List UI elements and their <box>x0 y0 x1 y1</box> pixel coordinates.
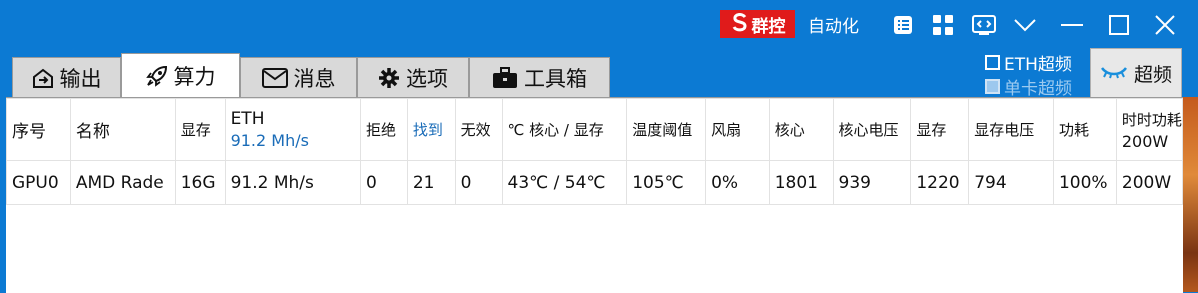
minimize-icon[interactable] <box>1057 10 1087 40</box>
code-icon[interactable] <box>969 10 999 40</box>
tab-label: 选项 <box>406 66 448 91</box>
col-index[interactable]: 序号 <box>6 98 71 161</box>
single-card-overclock-checkbox: 单卡超频 <box>985 74 1072 99</box>
cell-eth: 91.2 Mh/s <box>224 160 361 205</box>
toolbox-icon <box>492 66 518 89</box>
cell-name: AMD Rade <box>69 160 176 205</box>
col-realtime-power[interactable]: 时时功耗 200W <box>1115 98 1184 161</box>
realtime-power-total: 200W <box>1121 131 1169 151</box>
cell-mem-clock: 1220 <box>910 160 970 205</box>
eth-label: ETH <box>230 109 265 129</box>
gpu-table: 序号 名称 显存 ETH 91.2 Mh/s 拒绝 找到 无效 ℃ 核心 / 显… <box>6 98 1184 205</box>
col-mem-clock[interactable]: 显存 <box>910 98 970 161</box>
rocket-icon <box>145 65 168 87</box>
cell-core: 1801 <box>768 160 834 205</box>
cell-found: 21 <box>406 160 456 205</box>
cell-invalid: 0 <box>454 160 503 205</box>
table-header-row: 序号 名称 显存 ETH 91.2 Mh/s 拒绝 找到 无效 ℃ 核心 / 显… <box>6 98 1184 161</box>
cell-power: 100% <box>1052 160 1117 205</box>
chevron-down-icon[interactable] <box>1010 10 1040 40</box>
tab-options[interactable]: 选项 <box>357 57 469 97</box>
single-card-overclock-label: 单卡超频 <box>1004 79 1072 99</box>
close-icon[interactable] <box>1150 10 1180 40</box>
eth-overclock-label: ETH超频 <box>1004 55 1072 75</box>
tab-label: 算力 <box>173 65 216 89</box>
background-edge <box>1183 97 1198 292</box>
mail-icon <box>261 67 288 88</box>
output-icon <box>32 67 54 89</box>
col-mem[interactable]: 显存 <box>174 98 226 161</box>
tab-label: 工具箱 <box>524 66 587 91</box>
tab-messages[interactable]: 消息 <box>240 57 357 97</box>
cell-core-voltage: 939 <box>832 160 912 205</box>
cell-temp-limit: 105℃ <box>626 160 707 205</box>
col-power[interactable]: 功耗 <box>1052 98 1117 161</box>
overclock-button-label: 超频 <box>1133 63 1172 86</box>
gear-icon <box>378 67 400 89</box>
cell-temp: 43℃ / 54℃ <box>501 160 628 205</box>
checkbox-box[interactable] <box>985 55 1000 70</box>
brand-group-control-button[interactable]: 群控 <box>720 10 795 38</box>
grid-icon[interactable] <box>928 10 958 40</box>
title-bar: 群控 自动化 <box>0 0 1198 50</box>
tab-label: 输出 <box>59 66 102 91</box>
tab-label: 消息 <box>293 66 336 91</box>
cell-fan: 0% <box>705 160 770 205</box>
brand-label: 群控 <box>751 16 786 37</box>
checkbox-box <box>985 79 1000 94</box>
maximize-icon[interactable] <box>1104 10 1134 40</box>
eye-icon <box>1100 62 1128 84</box>
col-name[interactable]: 名称 <box>69 98 176 161</box>
col-found[interactable]: 找到 <box>406 98 456 161</box>
cell-index: GPU0 <box>6 160 71 205</box>
notes-icon[interactable] <box>888 10 918 40</box>
realtime-power-label: 时时功耗 <box>1121 110 1182 129</box>
cell-realtime-power: 200W <box>1115 160 1184 205</box>
eth-total-rate: 91.2 Mh/s <box>230 131 309 150</box>
tab-output[interactable]: 输出 <box>12 57 121 97</box>
table-row[interactable]: GPU0 AMD Rade 16G 91.2 Mh/s 0 21 0 43℃ /… <box>6 160 1184 205</box>
cell-reject: 0 <box>359 160 408 205</box>
s-logo-icon <box>730 12 750 37</box>
col-eth[interactable]: ETH 91.2 Mh/s <box>224 98 361 161</box>
col-invalid[interactable]: 无效 <box>454 98 503 161</box>
tab-hashrate[interactable]: 算力 <box>121 53 240 98</box>
tab-toolbox[interactable]: 工具箱 <box>469 57 610 97</box>
col-mem-voltage[interactable]: 显存电压 <box>968 98 1054 161</box>
cell-mem: 16G <box>174 160 226 205</box>
col-temp-limit[interactable]: 温度阈值 <box>626 98 707 161</box>
col-core[interactable]: 核心 <box>768 98 834 161</box>
automation-button[interactable]: 自动化 <box>808 12 859 37</box>
col-fan[interactable]: 风扇 <box>705 98 770 161</box>
col-temp[interactable]: ℃ 核心 / 显存 <box>501 98 628 161</box>
col-reject[interactable]: 拒绝 <box>359 98 408 161</box>
hashrate-panel: 序号 名称 显存 ETH 91.2 Mh/s 拒绝 找到 无效 ℃ 核心 / 显… <box>6 97 1184 293</box>
overclock-button[interactable]: 超频 <box>1090 48 1182 98</box>
eth-overclock-checkbox[interactable]: ETH超频 <box>985 50 1072 75</box>
col-core-voltage[interactable]: 核心电压 <box>832 98 912 161</box>
cell-mem-voltage: 794 <box>968 160 1054 205</box>
